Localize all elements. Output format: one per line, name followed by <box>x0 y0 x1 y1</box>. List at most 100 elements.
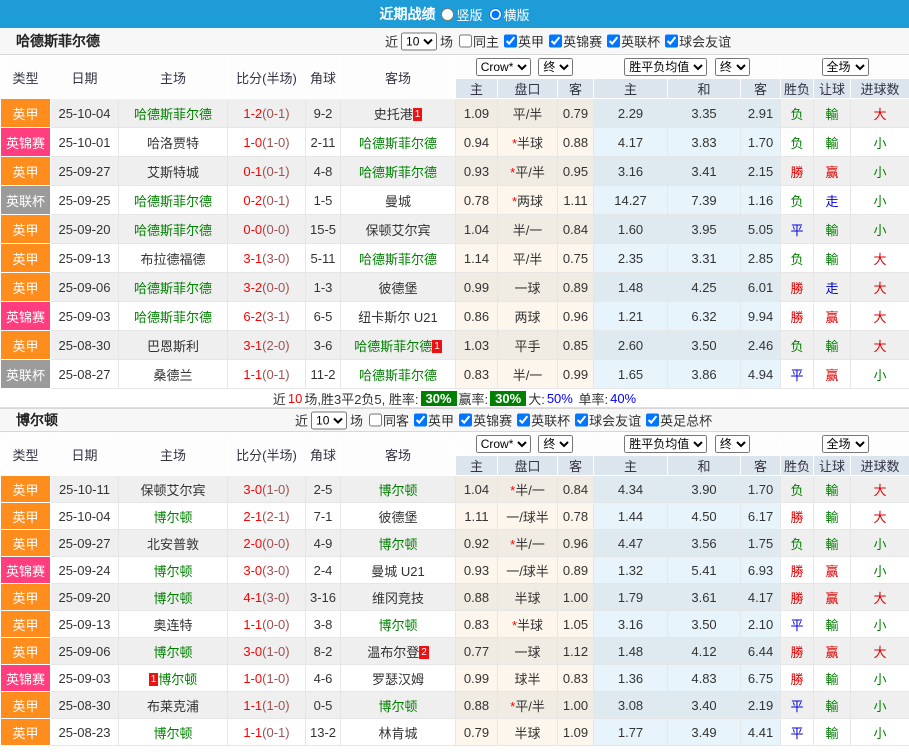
away-team[interactable]: 哈德斯菲尔德 <box>359 368 437 383</box>
home-team[interactable]: 哈德斯菲尔德 <box>134 194 212 209</box>
match-count-select[interactable]: 10 <box>311 411 348 429</box>
match-scope-select[interactable]: 全场 <box>821 435 869 453</box>
corner-score: 1-3 <box>305 272 341 302</box>
team-name[interactable]: 哈德斯菲尔德 <box>16 31 100 51</box>
home-team[interactable]: 哈德斯菲尔德 <box>134 281 212 296</box>
home-team[interactable]: 奥连特 <box>153 618 192 633</box>
home-team[interactable]: 博尔顿 <box>153 726 192 741</box>
vertical-radio[interactable] <box>441 7 455 21</box>
away-team[interactable]: 纽卡斯尔 U21 <box>358 310 437 325</box>
home-team[interactable]: 哈德斯菲尔德 <box>134 107 212 122</box>
away-team[interactable]: 彼德堡 <box>378 510 417 525</box>
col-date: 日期 <box>50 432 119 476</box>
away-team[interactable]: 博尔顿 <box>378 699 417 714</box>
away-team[interactable]: 哈德斯菲尔德 <box>359 136 437 151</box>
odds-stage-select[interactable]: 终 <box>538 435 574 453</box>
team-name[interactable]: 博尔顿 <box>16 410 58 430</box>
home-team[interactable]: 哈德斯菲尔德 <box>134 310 212 325</box>
away-team[interactable]: 罗瑟汉姆 <box>372 672 424 687</box>
match-count-select[interactable]: 10 <box>401 32 438 50</box>
avg-stage-select[interactable]: 终 <box>714 435 750 453</box>
home-team[interactable]: 布拉德福德 <box>140 252 205 267</box>
home-team-cell: 布莱克浦 <box>118 691 228 719</box>
bookmaker-select[interactable]: Crow* <box>475 58 531 76</box>
league-checkbox[interactable]: 英锦赛 <box>454 411 512 430</box>
home-team-cell: 哈洛贾特 <box>118 127 228 157</box>
goals-cell: 小 <box>850 156 909 186</box>
league-checkbox[interactable]: 英联杯 <box>512 411 570 430</box>
handicap-line: 两球 <box>497 301 558 331</box>
league-type-badge: 英甲 <box>0 98 51 128</box>
avg-away-odds: 6.93 <box>740 556 782 584</box>
result-cell: 平 <box>780 718 815 746</box>
match-scope-select[interactable]: 全场 <box>821 58 869 76</box>
avg-type-select[interactable]: 胜平负均值 <box>624 435 708 453</box>
avg-home-odds: 1.48 <box>593 637 669 665</box>
same-venue-checkbox[interactable]: 同客 <box>363 411 409 430</box>
league-checkbox[interactable]: 英联杯 <box>602 32 660 51</box>
away-team[interactable]: 哈德斯菲尔德 <box>359 165 437 180</box>
league-checkbox[interactable]: 球会友谊 <box>570 411 641 430</box>
avg-draw-odds: 3.95 <box>667 214 742 244</box>
league-checkbox[interactable]: 英甲 <box>499 32 544 51</box>
avg-draw-odds: 3.40 <box>667 691 742 719</box>
layout-radio-vertical[interactable]: 竖版 <box>441 5 483 24</box>
handicap-line: *两球 <box>497 185 558 215</box>
away-team[interactable]: 维冈竞技 <box>372 591 424 606</box>
home-team[interactable]: 保顿艾尔宾 <box>140 483 205 498</box>
home-team[interactable]: 布莱克浦 <box>147 699 199 714</box>
league-checkbox[interactable]: 英甲 <box>409 411 454 430</box>
goals-cell: 大 <box>850 301 909 331</box>
away-team[interactable]: 曼城 <box>385 194 411 209</box>
results-table-huddersfield: 类型 日期 主场 比分(半场) 角球 客场 Crow* 终 胜平负均值 终 全场 <box>0 55 909 389</box>
odds-stage-select[interactable]: 终 <box>538 58 574 76</box>
fulltime-score: 3-0 <box>243 562 263 578</box>
result-cell: 勝 <box>780 664 815 692</box>
col-let-goal: 让球 <box>813 78 852 99</box>
away-team[interactable]: 曼城 U21 <box>371 564 424 579</box>
avg-away-odds: 6.75 <box>740 664 782 692</box>
layout-radio-horizontal[interactable]: 横版 <box>488 5 530 24</box>
bookmaker-select[interactable]: Crow* <box>475 435 531 453</box>
away-team[interactable]: 博尔顿 <box>378 618 417 633</box>
horizontal-radio[interactable] <box>488 7 502 21</box>
away-team[interactable]: 彼德堡 <box>378 281 417 296</box>
col-odds-away: 客 <box>556 455 595 476</box>
league-checkbox[interactable]: 英足总杯 <box>641 411 712 430</box>
away-team[interactable]: 博尔顿 <box>378 537 417 552</box>
avg-draw-odds: 4.12 <box>667 637 742 665</box>
corner-score: 4-6 <box>305 664 341 692</box>
home-team[interactable]: 哈洛贾特 <box>147 136 199 151</box>
home-team[interactable]: 北安普敦 <box>147 537 199 552</box>
home-team[interactable]: 博尔顿 <box>153 564 192 579</box>
handicap-result-cell: 輸 <box>813 502 852 530</box>
match-row: 英甲 25-09-20 哈德斯菲尔德 0-0(0-0) 15-5 保顿艾尔宾 1… <box>0 214 909 244</box>
col-home: 主场 <box>118 55 228 99</box>
away-team[interactable]: 温布尔登 <box>367 645 419 660</box>
league-checkbox[interactable]: 英锦赛 <box>544 32 602 51</box>
away-team[interactable]: 林肯城 <box>378 726 417 741</box>
home-team[interactable]: 博尔顿 <box>153 645 192 660</box>
league-checkbox[interactable]: 球会友谊 <box>660 32 731 51</box>
home-team[interactable]: 博尔顿 <box>153 510 192 525</box>
away-team[interactable]: 保顿艾尔宾 <box>365 223 430 238</box>
home-team[interactable]: 博尔顿 <box>158 672 197 687</box>
home-team[interactable]: 博尔顿 <box>153 591 192 606</box>
away-team[interactable]: 哈德斯菲尔德 <box>354 339 432 354</box>
same-venue-checkbox[interactable]: 同主 <box>453 32 499 51</box>
col-avg-away: 客 <box>740 78 782 99</box>
away-team[interactable]: 哈德斯菲尔德 <box>359 252 437 267</box>
avg-draw-odds: 4.50 <box>667 502 742 530</box>
corner-score: 7-1 <box>305 502 341 530</box>
home-team[interactable]: 艾斯特城 <box>147 165 199 180</box>
home-team[interactable]: 桑德兰 <box>153 368 192 383</box>
away-team[interactable]: 史托港 <box>374 107 413 122</box>
home-team[interactable]: 哈德斯菲尔德 <box>134 223 212 238</box>
avg-type-select[interactable]: 胜平负均值 <box>624 58 708 76</box>
home-team[interactable]: 巴恩斯利 <box>147 339 199 354</box>
away-team-cell: 林肯城 <box>340 718 456 746</box>
corner-score: 1-5 <box>305 185 341 215</box>
avg-stage-select[interactable]: 终 <box>714 58 750 76</box>
away-team[interactable]: 博尔顿 <box>378 483 417 498</box>
halftime-score: (1-0) <box>262 481 290 497</box>
